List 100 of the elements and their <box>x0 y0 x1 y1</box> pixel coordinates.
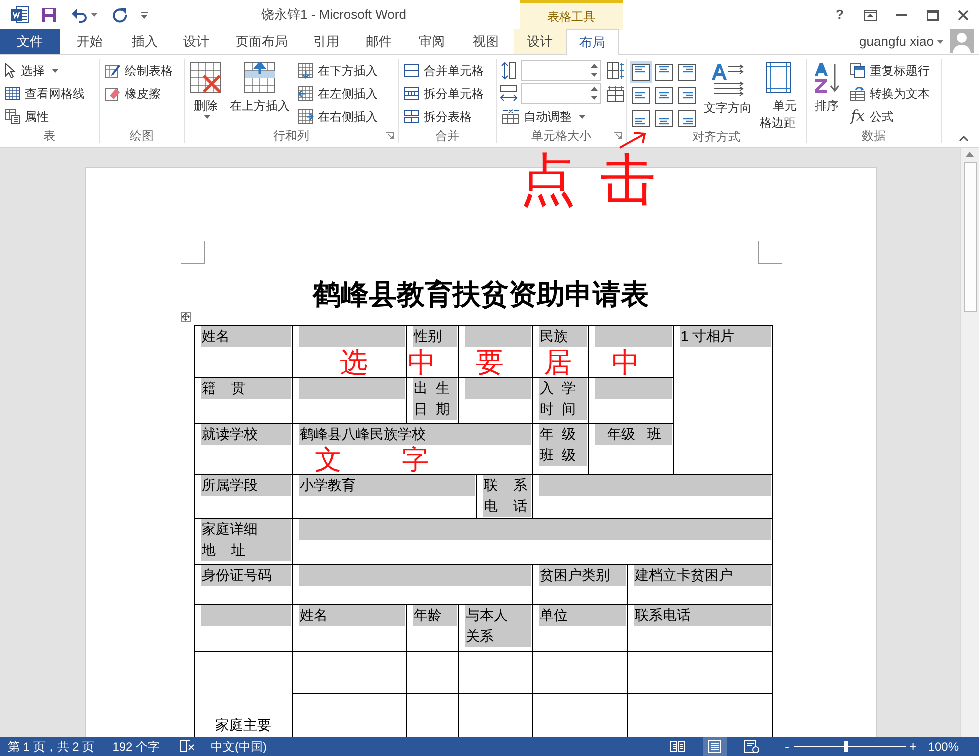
table-cell[interactable] <box>539 475 771 496</box>
table-cell[interactable]: 鹤峰县八峰民族学校 <box>299 424 531 445</box>
table-cell[interactable]: 小学教育 <box>299 475 475 496</box>
ribbon-button[interactable]: 自动调整 <box>500 105 601 128</box>
help-button[interactable]: ? <box>829 5 851 25</box>
table-cell[interactable]: 姓名 <box>201 326 291 347</box>
collapse-ribbon-icon[interactable] <box>959 136 969 142</box>
table-cell[interactable]: 所属学段 <box>201 475 291 496</box>
table-cell[interactable]: 年级 班 <box>595 424 672 445</box>
ribbon-button[interactable]: 删除 <box>188 59 224 119</box>
ribbon-button[interactable]: 在左侧插入 <box>296 82 380 105</box>
ribbon-tab[interactable]: 插入 <box>120 29 170 54</box>
dialog-launcher-icon[interactable] <box>614 132 622 140</box>
table-cell[interactable]: 与本人关系 <box>465 605 531 647</box>
table-cell[interactable]: 家庭详细地 址 <box>201 519 291 561</box>
ribbon-button[interactable]: 单元格边距 <box>758 59 800 132</box>
ribbon-tab[interactable]: 引用 <box>301 29 352 54</box>
ribbon-button[interactable]: 拆分表格 <box>402 105 486 128</box>
table-cell[interactable]: 1 寸相片 <box>680 326 771 347</box>
table-cell[interactable] <box>299 519 771 540</box>
ribbon-button[interactable]: fx 公式 <box>848 105 932 128</box>
ribbon-button[interactable]: 在右侧插入 <box>296 105 380 128</box>
close-icon[interactable] <box>958 10 969 20</box>
spin-icon[interactable] <box>591 86 598 101</box>
ribbon-button[interactable]: 在上方插入 <box>228 59 292 115</box>
ribbon-button[interactable]: 选择 <box>3 59 87 82</box>
spin-icon[interactable] <box>591 63 598 78</box>
table-cell[interactable]: 入 学时 间 <box>539 378 587 420</box>
table-cell[interactable] <box>465 326 531 347</box>
table-cell[interactable]: 身份证号码 <box>201 565 291 586</box>
word-icon[interactable] <box>11 6 30 24</box>
customize-icon[interactable] <box>141 12 148 18</box>
table-cell[interactable]: 联 系电 话 <box>483 475 531 517</box>
table-cell[interactable]: 单位 <box>539 605 626 626</box>
ribbon-tab[interactable]: 视图 <box>458 29 514 54</box>
redo-icon[interactable] <box>112 7 128 23</box>
align-button[interactable] <box>653 61 675 83</box>
table-cell[interactable] <box>628 652 773 694</box>
word-count[interactable]: 192 个字 <box>112 738 160 756</box>
table-cell[interactable]: 建档立卡贫困户 <box>634 565 771 586</box>
table-cell[interactable]: 贫困户类别 <box>539 565 626 586</box>
zoom-slider[interactable] <box>794 741 906 752</box>
zoom-level[interactable]: 100% <box>928 738 959 756</box>
dialog-launcher-icon[interactable] <box>386 132 394 140</box>
table-cell[interactable]: 民族 <box>539 326 587 347</box>
table-cell[interactable] <box>533 652 628 694</box>
scroll-up-icon[interactable] <box>966 152 974 157</box>
vertical-scrollbar[interactable] <box>960 148 979 737</box>
table-cell[interactable] <box>459 652 533 694</box>
align-button[interactable] <box>630 61 652 83</box>
ribbon-tab[interactable]: 开始 <box>60 29 120 54</box>
ribbon-display-icon[interactable] <box>864 10 877 20</box>
table-cell[interactable] <box>465 378 531 399</box>
table-cell[interactable] <box>299 326 405 347</box>
table-cell[interactable]: 家庭主要 <box>196 715 291 736</box>
ribbon-tab[interactable]: 审阅 <box>406 29 458 54</box>
page-count[interactable]: 第 1 页，共 2 页 <box>8 738 95 756</box>
account-button[interactable]: guangfu xiao <box>860 29 944 54</box>
align-button[interactable] <box>676 107 698 129</box>
ribbon-tab[interactable]: 邮件 <box>352 29 406 54</box>
align-button[interactable] <box>676 61 698 83</box>
ribbon-button[interactable]: 查看网格线 <box>3 82 87 105</box>
ribbon-tab[interactable]: 文件 <box>0 29 60 54</box>
table-cell[interactable]: 籍 贯 <box>201 378 291 399</box>
table-cell[interactable] <box>201 605 291 626</box>
number-field[interactable] <box>521 83 601 104</box>
table-cell[interactable]: 年 级班 级 <box>539 424 587 466</box>
language-indicator[interactable]: 中文(中国) <box>211 738 268 756</box>
ribbon-tab[interactable]: 设计 <box>514 29 566 54</box>
ribbon-button[interactable]: 橡皮擦 <box>103 82 175 105</box>
table-cell[interactable]: 性别 <box>413 326 457 347</box>
table-cell[interactable]: 就读学校 <box>201 424 291 445</box>
proofing-icon[interactable] <box>180 740 196 753</box>
zoom-in-button[interactable]: + <box>908 737 918 756</box>
table-cell[interactable] <box>299 378 405 399</box>
table-cell[interactable] <box>293 652 407 694</box>
print-layout-icon[interactable] <box>703 737 728 756</box>
save-icon[interactable] <box>41 7 57 23</box>
table-move-handle-icon[interactable] <box>181 312 191 322</box>
align-button[interactable] <box>630 107 652 129</box>
ribbon-button[interactable]: 在下方插入 <box>296 59 380 82</box>
zoom-out-button[interactable]: - <box>782 737 792 756</box>
maximize-icon[interactable] <box>927 10 939 20</box>
table-cell[interactable]: 姓名 <box>299 605 405 626</box>
align-button[interactable] <box>653 107 675 129</box>
minimize-icon[interactable] <box>896 14 907 16</box>
ribbon-button[interactable]: 绘制表格 <box>103 59 175 82</box>
ribbon-button[interactable]: 拆分单元格 <box>402 82 486 105</box>
table-cell[interactable] <box>595 326 672 347</box>
ribbon-button[interactable]: 合并单元格 <box>402 59 486 82</box>
ribbon-button[interactable]: 排序 <box>810 59 844 115</box>
ribbon-button[interactable]: 转换为文本 <box>848 82 932 105</box>
ribbon-tab[interactable]: 页面布局 <box>223 29 301 54</box>
align-button[interactable] <box>676 84 698 106</box>
ribbon-tab[interactable]: 设计 <box>170 29 223 54</box>
undo-icon[interactable] <box>71 7 88 23</box>
ribbon-button[interactable]: 重复标题行 <box>848 59 932 82</box>
ribbon-button[interactable]: 文字方向 <box>702 59 754 117</box>
table-cell[interactable] <box>407 652 459 694</box>
table-cell[interactable]: 年龄 <box>413 605 457 626</box>
